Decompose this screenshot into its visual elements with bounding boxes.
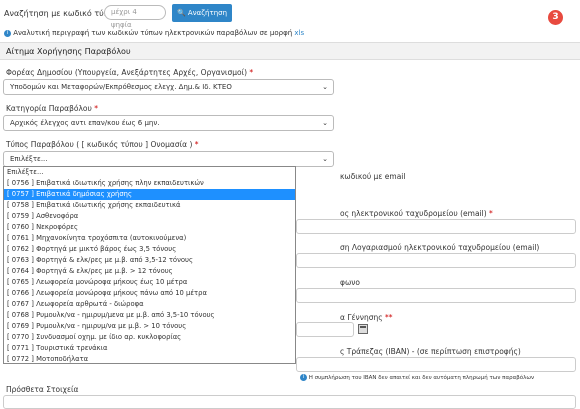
dropdown-option[interactable]: [ 0756 ] Επιβατικά ιδιωτικής χρήσης πλην… <box>4 178 295 189</box>
dropdown-option[interactable]: [ 0762 ] Φορτηγά με μικτό βάρος έως 3,5 … <box>4 244 295 255</box>
dropdown-option[interactable]: [ 0758 ] Επιβατικά ιδιωτικής χρήσης εκπα… <box>4 200 295 211</box>
search-button[interactable]: 🔍 Αναζήτηση <box>172 4 232 22</box>
iban-label: ς Τράπεζας (IBAN) - (σε περίπτωση επιστρ… <box>340 347 521 356</box>
info-description: i Αναλυτική περιγραφή των κωδικών τύπων … <box>4 29 304 37</box>
dropdown-option[interactable]: [ 0763 ] Φορτηγά & ελκ/ρες με μ.β. από 3… <box>4 255 295 266</box>
step-badge: 3 <box>548 10 563 25</box>
chevron-down-icon: ⌄ <box>322 83 328 91</box>
dropdown-option[interactable]: [ 0770 ] Συνδυασμοί οχημ. με ίδιο αρ. κυ… <box>4 332 295 343</box>
type-dropdown-list[interactable]: Επιλέξτε...[ 0756 ] Επιβατικά ιδιωτικής … <box>3 166 296 364</box>
dropdown-option[interactable]: [ 0767 ] Λεωφορεία αρθρωτά - διώροφα <box>4 299 295 310</box>
section-title: Αίτημα Χορήγησης Παραβόλου <box>6 47 131 56</box>
type-label: Τύπος Παραβόλου ( [ κωδικός τύπου ] Ονομ… <box>6 140 199 149</box>
dropdown-option[interactable]: [ 0765 ] Λεωφορεία μονώροφα μήκους έως 1… <box>4 277 295 288</box>
search-button-label: Αναζήτηση <box>187 9 228 17</box>
code-search-input[interactable]: μέχρι 4 ψηφία <box>104 5 166 29</box>
email-confirm-label: ση Λογαριασμού ηλεκτρονικού ταχυδρομείου… <box>340 243 540 252</box>
info-icon: i <box>4 29 11 37</box>
category-label: Κατηγορία Παραβόλου * <box>6 104 98 113</box>
dropdown-option[interactable]: [ 0766 ] Λεωφορεία μονώροφα μήκους πάνω … <box>4 288 295 299</box>
category-label-text: Κατηγορία Παραβόλου <box>6 104 92 113</box>
type-label-text: Τύπος Παραβόλου ( [ κωδικός τύπου ] Ονομ… <box>6 140 193 149</box>
iban-note: i Η συμπλήρωση του IBAN δεν απαιτεί και … <box>300 374 534 381</box>
agency-select[interactable]: Υποδομών και Μεταφορών/Εκπρόθεσμος ελεγχ… <box>3 79 334 95</box>
dropdown-option[interactable]: [ 0768 ] Ρυμουλκ/να - ημιρυμ/μενα με μ.β… <box>4 310 295 321</box>
search-by-code-label: Αναζήτηση με κωδικό τύπου <box>4 9 119 18</box>
required-mark: * <box>94 104 98 113</box>
birth-date-label: α Γέννησης ** <box>340 313 393 322</box>
category-select-value: Αρχικός έλεγχος αντι επαν/κου έως 6 μην. <box>10 119 160 127</box>
additional-details-input[interactable] <box>3 395 576 409</box>
agency-label-text: Φορέας Δημοσίου (Υπουργεία, Ανεξάρτητες … <box>6 68 248 77</box>
agency-label: Φορέας Δημοσίου (Υπουργεία, Ανεξάρτητες … <box>6 68 253 77</box>
dropdown-option[interactable]: [ 0761 ] Μηχανοκίνητα τροχόσπιτα (αυτοκι… <box>4 233 295 244</box>
chevron-down-icon: ⌄ <box>322 155 328 163</box>
iban-input[interactable] <box>296 357 576 372</box>
dropdown-option[interactable]: [ 0764 ] Φορτηγά & ελκ/ρες με μ.β. > 12 … <box>4 266 295 277</box>
email-code-label: κωδικού με email <box>340 172 406 181</box>
email-input[interactable] <box>296 219 576 234</box>
agency-select-value: Υποδομών και Μεταφορών/Εκπρόθεσμος ελεγχ… <box>10 83 232 91</box>
info-description-text: Αναλυτική περιγραφή των κωδικών τύπων ηλ… <box>13 29 293 37</box>
type-select[interactable]: Επιλέξτε... ⌄ <box>3 151 334 167</box>
calendar-icon[interactable] <box>358 324 368 334</box>
required-mark: * <box>249 68 254 77</box>
dropdown-option[interactable]: [ 0769 ] Ρυμουλκ/να - ημιρυμ/να με μ.β. … <box>4 321 295 332</box>
phone-label: φωνο <box>340 278 361 287</box>
required-mark: * <box>194 140 199 149</box>
dropdown-option[interactable]: [ 0760 ] Νεκροφόρες <box>4 222 295 233</box>
xls-link[interactable]: xls <box>294 29 304 37</box>
iban-note-text: Η συμπλήρωση του IBAN δεν απαιτεί και δε… <box>308 375 535 381</box>
dropdown-option[interactable]: [ 0757 ] Επιβατικά δημόσιας χρήσης <box>4 189 295 200</box>
phone-input[interactable] <box>296 288 576 303</box>
email-label: ος ηλεκτρονικού ταχυδρομείου (email) * <box>340 209 493 218</box>
dropdown-option[interactable]: [ 0759 ] Ασθενοφόρα <box>4 211 295 222</box>
required-mark: * <box>489 209 493 218</box>
required-mark: ** <box>385 313 393 322</box>
dropdown-option[interactable]: [ 0772 ] Μοτοποδήλατα <box>4 354 295 363</box>
dropdown-option[interactable]: [ 0771 ] Τουριστικά τρενάκια <box>4 343 295 354</box>
info-icon: i <box>300 374 307 381</box>
email-label-text: ος ηλεκτρονικού ταχυδρομείου (email) <box>340 209 487 218</box>
search-icon: 🔍 <box>176 9 186 17</box>
email-confirm-input[interactable] <box>296 253 576 268</box>
chevron-down-icon: ⌄ <box>322 119 328 127</box>
birth-date-input[interactable] <box>296 322 354 337</box>
type-select-value: Επιλέξτε... <box>10 155 48 163</box>
dropdown-option[interactable]: Επιλέξτε... <box>4 167 295 178</box>
category-select[interactable]: Αρχικός έλεγχος αντι επαν/κου έως 6 μην.… <box>3 115 334 131</box>
birth-date-label-text: α Γέννησης <box>340 313 383 322</box>
additional-details-label: Πρόσθετα Στοιχεία <box>6 385 79 394</box>
